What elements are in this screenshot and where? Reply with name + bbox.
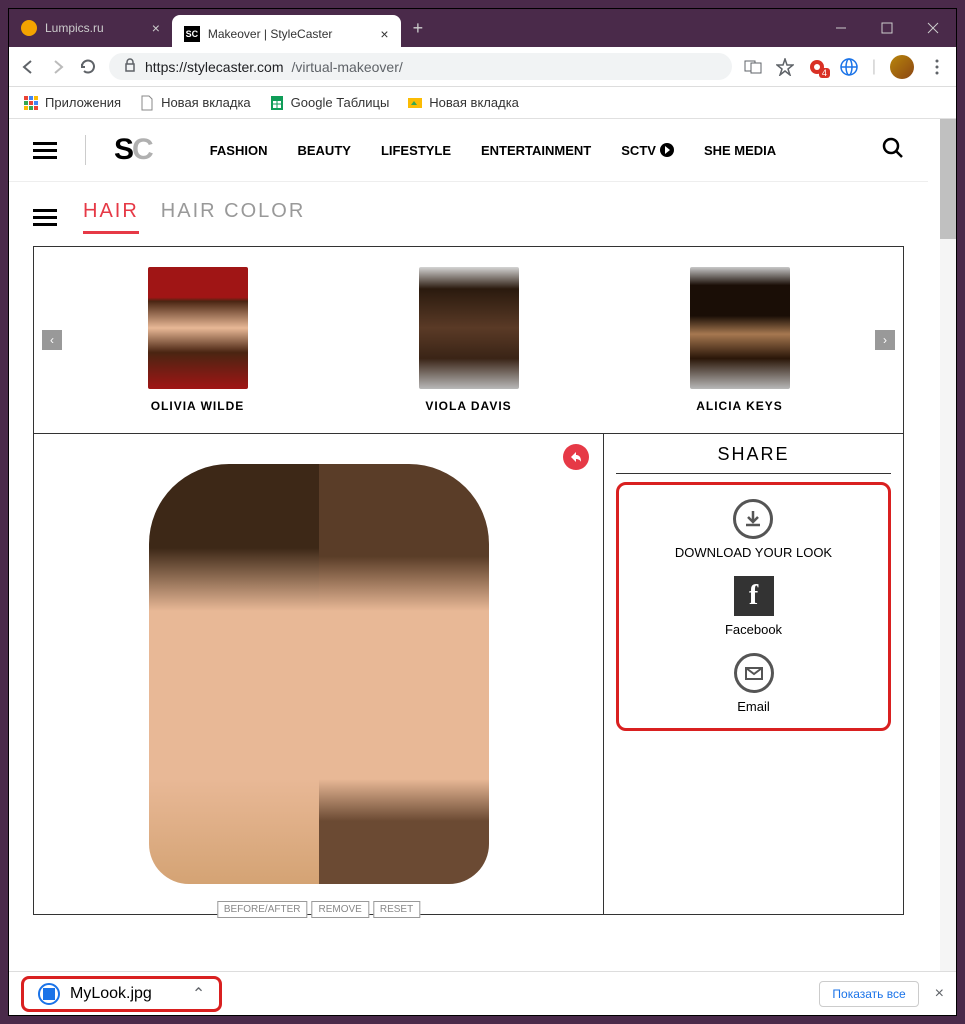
extension-icon[interactable]: 4 (808, 58, 826, 76)
chevron-up-icon[interactable]: ⌃ (192, 984, 205, 1004)
nav-lifestyle[interactable]: LIFESTYLE (381, 143, 451, 158)
favicon-stylecaster: SC (184, 26, 200, 42)
tab-title: Makeover | StyleCaster (208, 27, 333, 41)
carousel-prev-button[interactable]: ‹ (42, 330, 62, 350)
share-label: DOWNLOAD YOUR LOOK (675, 545, 832, 560)
celeb-thumb (419, 267, 519, 389)
share-icon[interactable] (563, 444, 589, 470)
bookmark-label: Приложения (45, 95, 121, 110)
celeb-thumb (690, 267, 790, 389)
nav-fashion[interactable]: FASHION (210, 143, 268, 158)
celeb-thumb (148, 267, 248, 389)
before-after-button[interactable]: BEFORE/AFTER (217, 901, 308, 918)
minimize-button[interactable] (818, 9, 864, 47)
apps-bookmark[interactable]: Приложения (23, 95, 121, 111)
nav-sctv[interactable]: SCTV (621, 143, 674, 158)
carousel-next-button[interactable]: › (875, 330, 895, 350)
celeb-name: ALICIA KEYS (690, 399, 790, 413)
nav-shemedia[interactable]: SHE MEDIA (704, 143, 776, 158)
download-filename: MyLook.jpg (70, 985, 152, 1003)
tab-title: Lumpics.ru (45, 21, 104, 35)
download-item[interactable]: MyLook.jpg ⌃ (21, 976, 222, 1012)
close-button[interactable] (910, 9, 956, 47)
url-host: https://stylecaster.com (145, 59, 284, 75)
celeb-name: OLIVIA WILDE (148, 399, 248, 413)
celeb-name: VIOLA DAVIS (419, 399, 519, 413)
lock-icon (123, 58, 137, 75)
close-icon[interactable]: × (935, 985, 944, 1003)
back-button[interactable] (19, 58, 37, 76)
address-bar: https://stylecaster.com/virtual-makeover… (9, 47, 956, 87)
facebook-icon: f (734, 576, 774, 616)
download-look-button[interactable]: DOWNLOAD YOUR LOOK (675, 499, 832, 560)
menu-icon[interactable] (928, 58, 946, 76)
bookmark-label: Новая вкладка (429, 95, 519, 110)
site-header: SC FASHION BEAUTY LIFESTYLE ENTERTAINMEN… (9, 119, 928, 182)
celeb-alicia-keys[interactable]: ALICIA KEYS (690, 267, 790, 413)
globe-icon[interactable] (840, 58, 858, 76)
share-title: SHARE (616, 444, 891, 474)
tab-stylecaster[interactable]: SC Makeover | StyleCaster × (172, 15, 401, 53)
maximize-button[interactable] (864, 9, 910, 47)
email-icon (734, 653, 774, 693)
face-preview[interactable] (149, 464, 489, 884)
file-icon (38, 983, 60, 1005)
tab-lumpics[interactable]: Lumpics.ru × (9, 9, 172, 47)
new-tab-button[interactable]: + (401, 9, 436, 47)
celeb-olivia-wilde[interactable]: OLIVIA WILDE (148, 267, 248, 413)
nav-beauty[interactable]: BEAUTY (297, 143, 350, 158)
bookmarks-bar: Приложения Новая вкладка Google Таблицы … (9, 87, 956, 119)
tab-hair[interactable]: HAIR (83, 200, 139, 234)
hamburger-icon[interactable] (33, 142, 57, 159)
email-button[interactable]: Email (734, 653, 774, 714)
close-icon[interactable]: × (380, 26, 388, 42)
browser-titlebar: Lumpics.ru × SC Makeover | StyleCaster ×… (9, 9, 956, 47)
downloads-bar: MyLook.jpg ⌃ Показать все × (9, 971, 956, 1015)
translate-icon[interactable] (744, 58, 762, 76)
show-all-button[interactable]: Показать все (819, 981, 918, 1007)
nav-entertainment[interactable]: ENTERTAINMENT (481, 143, 591, 158)
remove-button[interactable]: REMOVE (312, 901, 369, 918)
sub-header: HAIR HAIR COLOR (9, 200, 928, 234)
sheets-bookmark[interactable]: Google Таблицы (269, 95, 390, 111)
newtab-bookmark[interactable]: Новая вкладка (139, 95, 251, 111)
scrollbar[interactable] (940, 119, 956, 1015)
newtab2-bookmark[interactable]: Новая вкладка (407, 95, 519, 111)
share-label: Facebook (725, 622, 782, 637)
bookmark-label: Новая вкладка (161, 95, 251, 110)
hamburger-icon[interactable] (33, 209, 57, 226)
forward-button[interactable] (49, 58, 67, 76)
reset-button[interactable]: RESET (373, 901, 420, 918)
favicon-lumpics (21, 20, 37, 36)
site-logo[interactable]: SC (114, 133, 152, 167)
makeover-panel: ‹ OLIVIA WILDE VIOLA DAVIS ALICIA KEY (33, 246, 904, 915)
play-icon (660, 143, 674, 157)
share-panel: SHARE DOWNLOAD YOUR LOOK f Facebook (603, 434, 903, 914)
star-icon[interactable] (776, 58, 794, 76)
url-path: /virtual-makeover/ (292, 59, 403, 75)
reload-button[interactable] (79, 58, 97, 76)
url-input[interactable]: https://stylecaster.com/virtual-makeover… (109, 53, 732, 80)
celeb-viola-davis[interactable]: VIOLA DAVIS (419, 267, 519, 413)
scroll-thumb[interactable] (940, 119, 956, 239)
bookmark-label: Google Таблицы (291, 95, 390, 110)
tab-haircolor[interactable]: HAIR COLOR (161, 200, 305, 234)
share-label: Email (737, 699, 770, 714)
search-icon[interactable] (882, 137, 904, 164)
makeover-canvas: BEFORE/AFTER REMOVE RESET (34, 434, 603, 914)
profile-avatar[interactable] (890, 55, 914, 79)
close-icon[interactable]: × (152, 20, 160, 36)
download-icon (733, 499, 773, 539)
facebook-button[interactable]: f Facebook (725, 576, 782, 637)
